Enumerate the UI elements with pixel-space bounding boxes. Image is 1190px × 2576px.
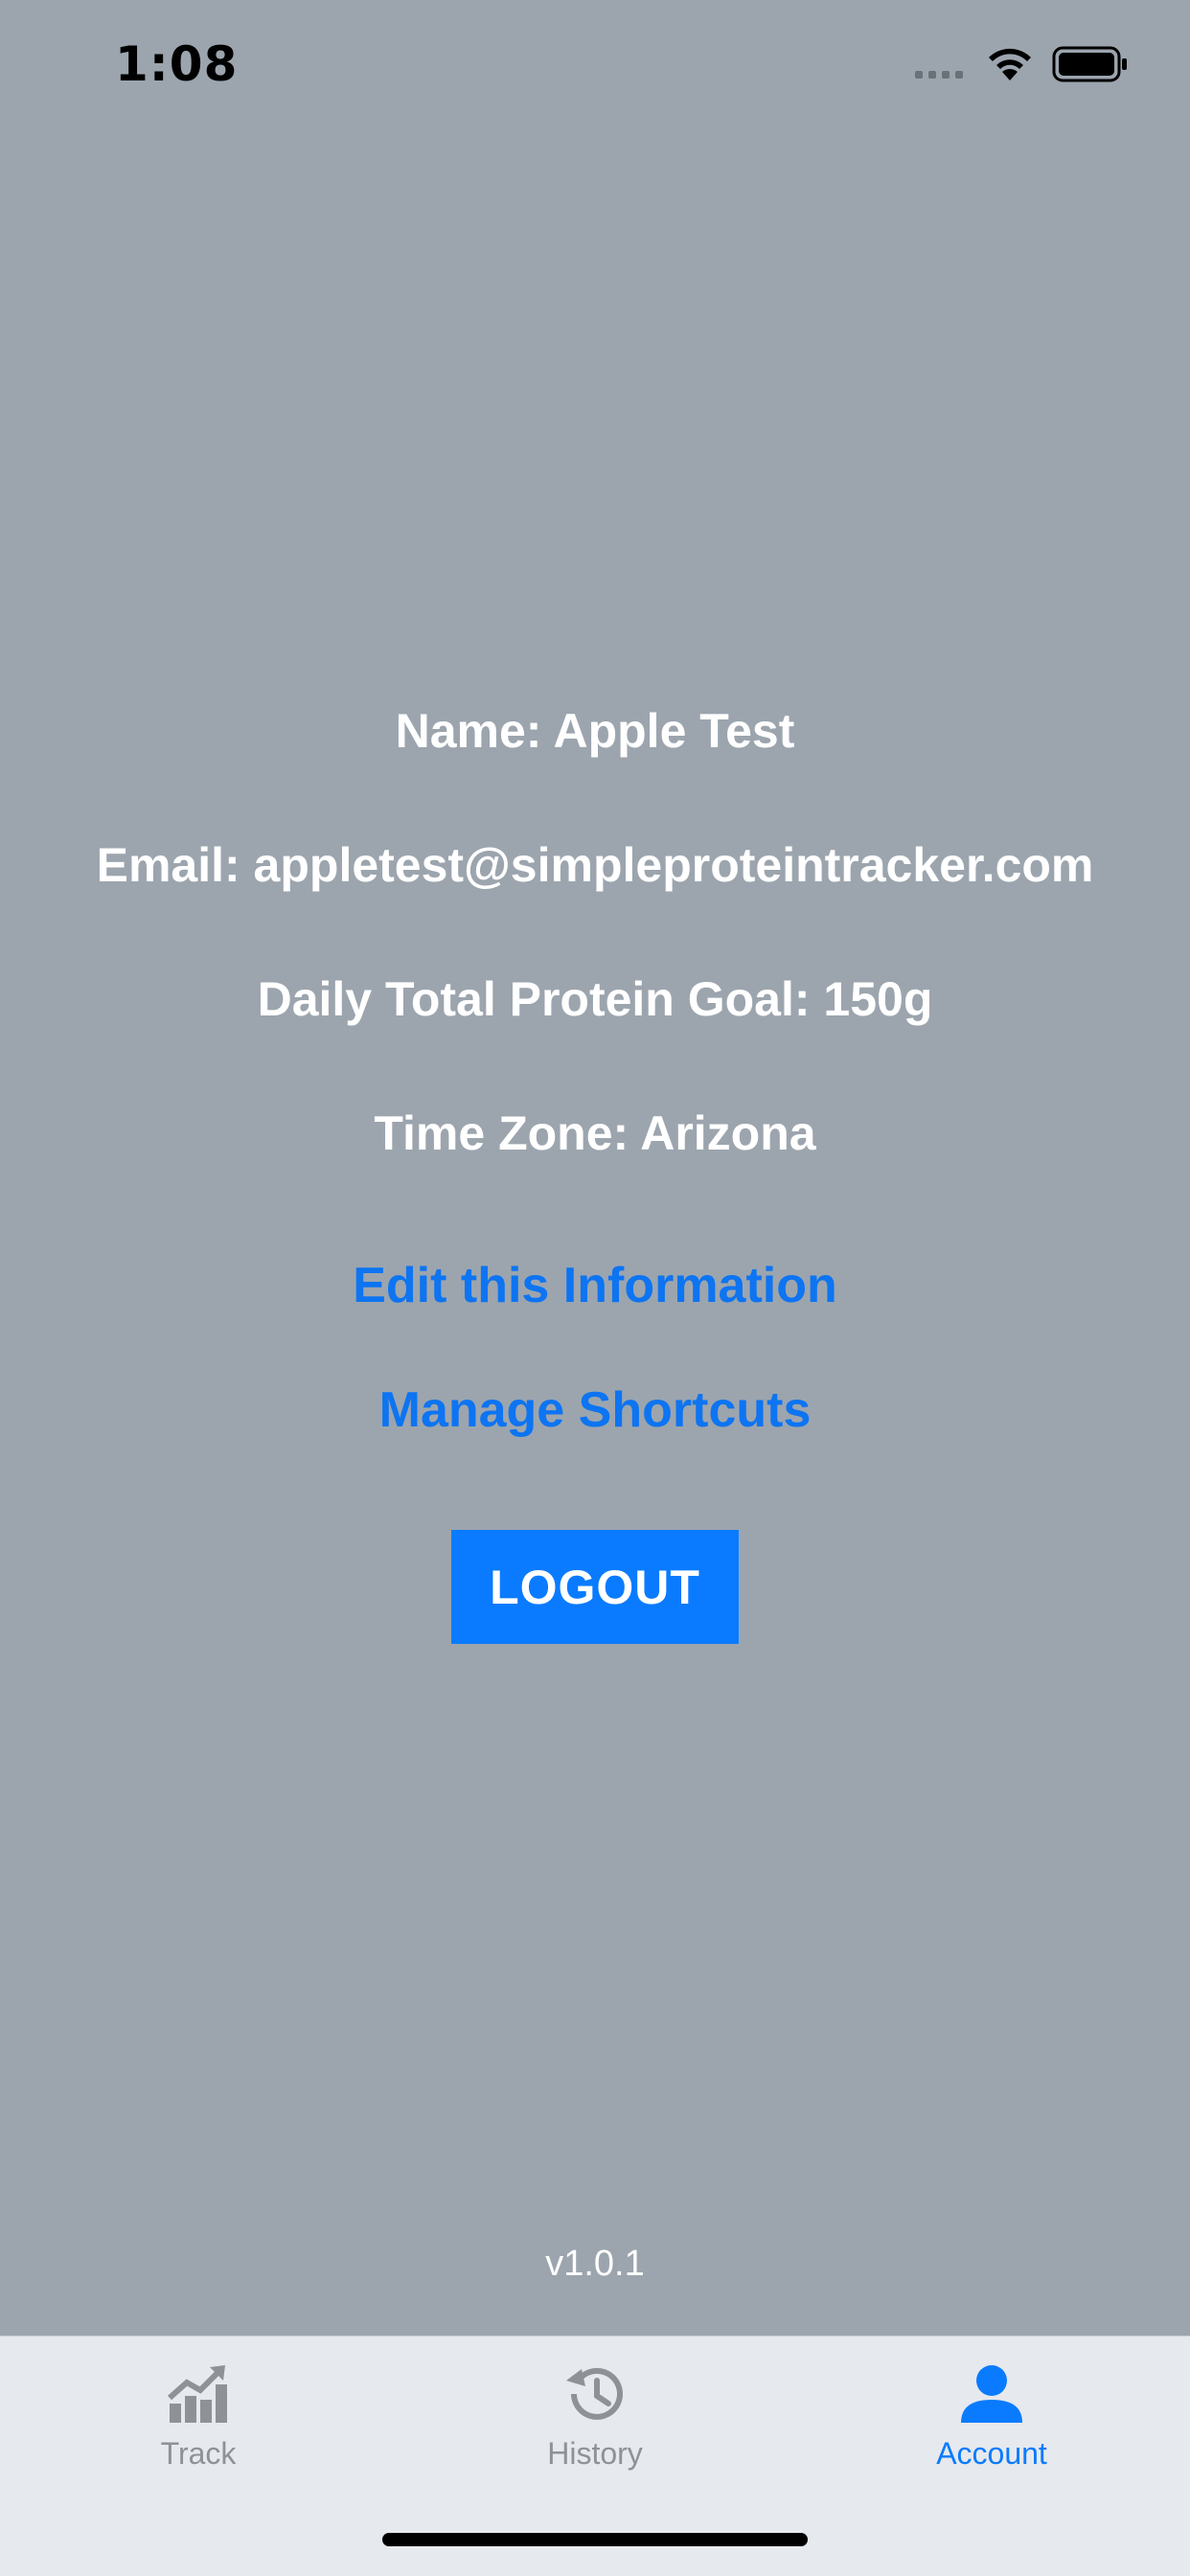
- tab-track[interactable]: Track: [0, 2337, 397, 2499]
- tab-track-label: Track: [160, 2436, 237, 2471]
- history-icon: [566, 2367, 623, 2420]
- home-indicator: [382, 2533, 808, 2546]
- tab-account[interactable]: Account: [793, 2337, 1190, 2499]
- chart-icon: [168, 2365, 227, 2423]
- battery-icon: [1052, 46, 1127, 82]
- manage-shortcuts-link[interactable]: Manage Shortcuts: [0, 1381, 1190, 1439]
- wifi-icon: [989, 48, 1031, 80]
- protein-goal: Daily Total Protein Goal: 150g: [257, 972, 933, 1026]
- tab-account-label: Account: [936, 2436, 1047, 2471]
- edit-information-link[interactable]: Edit this Information: [0, 1257, 1190, 1314]
- account-screen: 1:08 Name: Apple Test Email: appletest@s…: [0, 0, 1190, 2576]
- app-version: v1.0.1: [545, 2244, 645, 2284]
- cellular-signal-icon: [915, 71, 963, 79]
- status-bar: 1:08: [0, 0, 1190, 134]
- account-email: Email: appletest@simpleproteintracker.co…: [96, 838, 1094, 892]
- person-icon: [961, 2365, 1022, 2423]
- time-zone: Time Zone: Arizona: [374, 1106, 816, 1160]
- logout-button[interactable]: LOGOUT: [451, 1530, 739, 1644]
- account-name: Name: Apple Test: [395, 704, 795, 758]
- tab-history[interactable]: History: [397, 2337, 793, 2499]
- tab-history-label: History: [547, 2436, 643, 2471]
- status-time: 1:08: [115, 36, 239, 92]
